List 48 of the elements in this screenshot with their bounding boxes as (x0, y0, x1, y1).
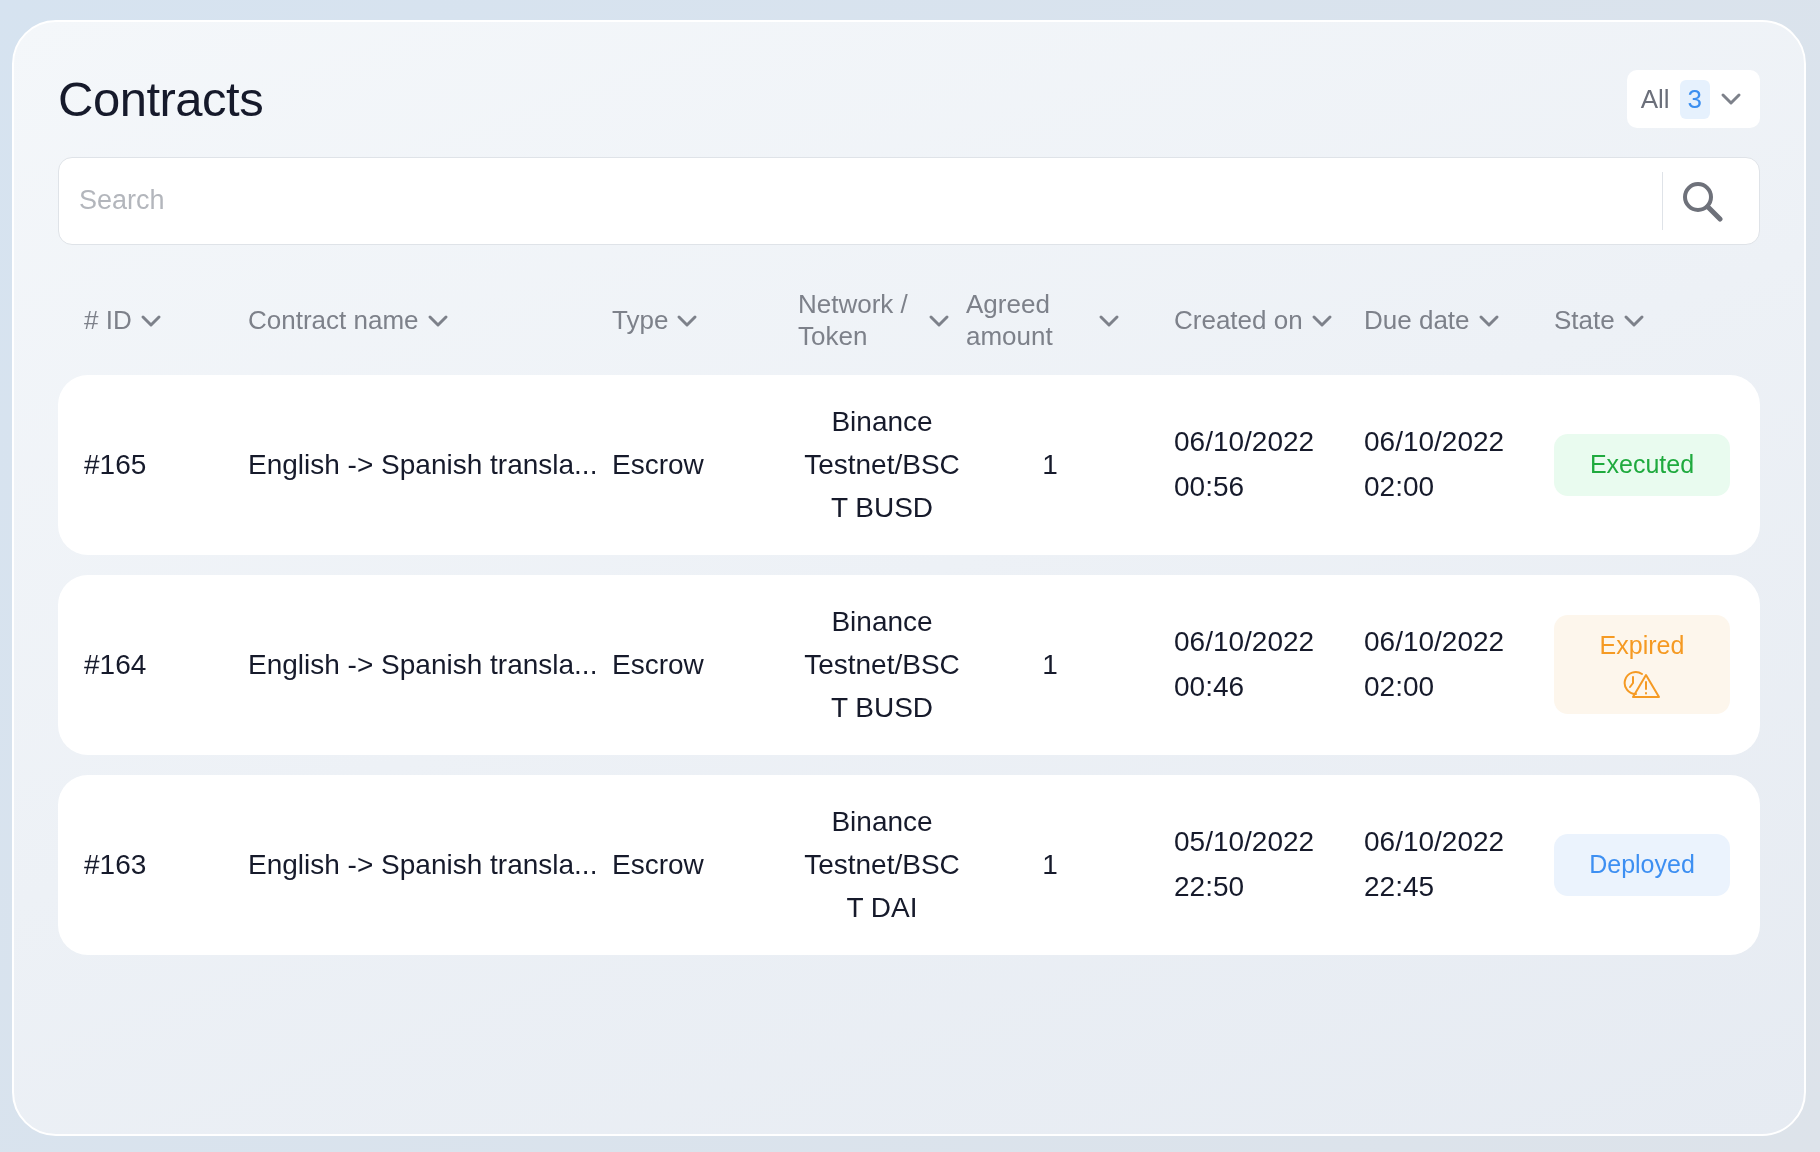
state-badge: Executed (1554, 434, 1730, 496)
due-date: 06/10/2022 02:00 (1364, 625, 1506, 704)
filter-dropdown[interactable]: All 3 (1626, 70, 1760, 128)
column-header[interactable]: Created on (1174, 304, 1303, 337)
sort-chevron-icon[interactable] (928, 313, 950, 328)
contract-type: Escrow (612, 447, 705, 482)
sort-chevron-icon[interactable] (1477, 313, 1500, 328)
agreed-amount: 1 (1041, 648, 1059, 683)
sort-chevron-icon[interactable] (426, 313, 449, 328)
table-row[interactable]: #163 English -> Spanish transla... Escrow Binance Testnet/BSC T DAI 1 05/10/2022 22:50 06/10/2022 22:45 Deployed (58, 774, 1760, 955)
column-header[interactable]: State (1554, 304, 1615, 337)
column-header[interactable]: Type (612, 304, 669, 337)
column-header[interactable]: Due date (1364, 304, 1470, 337)
due-date: 06/10/2022 22:45 (1364, 825, 1506, 904)
state-badge: Expired (1554, 615, 1730, 715)
created-date: 06/10/2022 00:56 (1174, 425, 1316, 504)
expired-warning-icon (1622, 670, 1662, 701)
contract-id: #163 (84, 847, 148, 882)
sort-chevron-icon[interactable] (1622, 313, 1645, 328)
due-date: 06/10/2022 02:00 (1364, 425, 1506, 504)
column-header[interactable]: Contract name (248, 304, 419, 337)
table-row[interactable]: #164 English -> Spanish transla... Escrow Binance Testnet/BSC T BUSD 1 06/10/2022 00:46 06/10/2022 02:00 Expired (58, 574, 1760, 755)
network-token: Binance Testnet/BSC T DAI (803, 804, 961, 926)
contract-type: Escrow (612, 847, 705, 882)
chevron-down-icon (1720, 92, 1742, 106)
column-header[interactable]: # ID (84, 304, 132, 337)
table-row[interactable]: #165 English -> Spanish transla... Escrow Binance Testnet/BSC T BUSD 1 06/10/2022 00:56 06/10/2022 02:00 Executed (58, 374, 1760, 555)
contract-type: Escrow (612, 647, 705, 682)
sort-chevron-icon[interactable] (1310, 313, 1333, 328)
contract-id: #165 (84, 447, 148, 482)
network-token: Binance Testnet/BSC T BUSD (803, 404, 961, 526)
network-token: Binance Testnet/BSC T BUSD (803, 604, 961, 726)
page-title: Contracts (58, 71, 264, 128)
contract-name: English -> Spanish transla... (248, 647, 599, 682)
contract-name: English -> Spanish transla... (248, 447, 599, 482)
created-date: 05/10/2022 22:50 (1174, 825, 1316, 904)
column-header[interactable]: Network / Token (798, 289, 920, 353)
state-badge: Deployed (1554, 834, 1730, 896)
agreed-amount: 1 (1041, 848, 1059, 883)
column-header[interactable]: Agreed amount (966, 289, 1090, 353)
contract-name: English -> Spanish transla... (248, 847, 599, 882)
contract-id: #164 (84, 647, 148, 682)
agreed-amount: 1 (1041, 448, 1059, 483)
created-date: 06/10/2022 00:46 (1174, 625, 1316, 704)
sort-chevron-icon[interactable] (676, 313, 699, 328)
count-badge: 3 (1679, 79, 1710, 119)
sort-chevron-icon[interactable] (1098, 313, 1120, 328)
sort-chevron-icon[interactable] (139, 313, 162, 328)
